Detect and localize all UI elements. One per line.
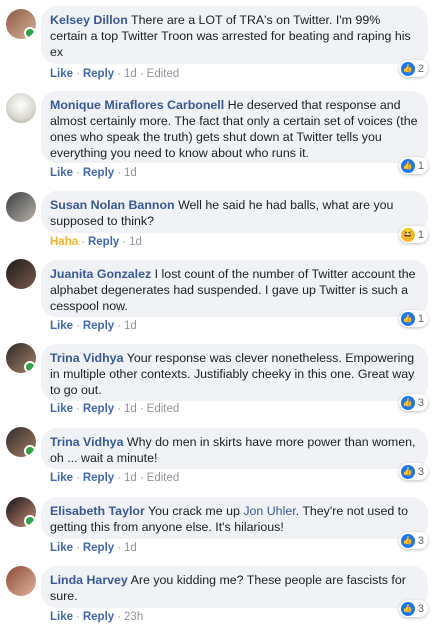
comment-time[interactable]: 1d <box>124 68 137 80</box>
edited-label[interactable]: Edited <box>147 403 180 415</box>
reaction-count: 3 <box>417 396 424 409</box>
like-button[interactable]: Like <box>50 542 73 554</box>
comment-actions: Haha · Reply · 1d <box>50 236 142 248</box>
comment-author[interactable]: Kelsey Dillon <box>50 13 128 27</box>
edited-label[interactable]: Edited <box>147 472 180 484</box>
reply-button[interactable]: Reply <box>88 236 119 248</box>
comment-time[interactable]: 23h <box>124 611 143 623</box>
reply-button[interactable]: Reply <box>83 542 114 554</box>
avatar[interactable] <box>6 427 36 457</box>
comment-author[interactable]: Linda Harvey <box>50 573 128 587</box>
like-icon: 👍 <box>400 61 415 76</box>
edited-label[interactable]: Edited <box>147 68 180 80</box>
comment-actions: Like · Reply · 23h <box>50 611 144 623</box>
online-status-dot <box>24 27 36 39</box>
avatar[interactable] <box>6 343 36 373</box>
avatar[interactable] <box>6 497 36 527</box>
comment-bubble: Susan Nolan Bannon Well he said he had b… <box>41 191 428 233</box>
reaction-summary[interactable]: 👍 3 <box>398 600 428 617</box>
reaction-count: 2 <box>417 62 424 75</box>
comment-bubble: Juanita Gonzalez I lost count of the num… <box>41 260 428 317</box>
reaction-summary[interactable]: 👍 1 <box>398 157 428 174</box>
reply-button[interactable]: Reply <box>83 167 114 179</box>
comment-actions: Like · Reply · 1d <box>50 320 137 332</box>
comment-author[interactable]: Monique Miraflores Carbonell <box>50 98 224 112</box>
comment-actions: Like · Reply · 1d · Edited <box>50 472 180 484</box>
online-status-dot <box>24 445 36 457</box>
comment-author[interactable]: Trina Vidhya <box>50 351 123 365</box>
like-icon: 👍 <box>400 464 415 479</box>
reaction-count: 1 <box>417 228 424 241</box>
reaction-summary[interactable]: 👍 3 <box>398 463 428 480</box>
reply-button[interactable]: Reply <box>83 611 114 623</box>
comment-bubble: Trina Vidhya Your response was clever no… <box>41 344 428 401</box>
like-button[interactable]: Like <box>50 472 73 484</box>
like-icon: 👍 <box>400 158 415 173</box>
comment-time[interactable]: 1d <box>124 542 137 554</box>
comment-actions: Like · Reply · 1d · Edited <box>50 403 180 415</box>
reaction-count: 1 <box>417 159 424 172</box>
avatar[interactable] <box>6 566 36 596</box>
haha-button[interactable]: Haha <box>50 236 78 248</box>
like-icon: 👍 <box>400 601 415 616</box>
comment-bubble: Trina Vidhya Why do men in skirts have m… <box>41 428 428 469</box>
like-icon: 👍 <box>400 395 415 410</box>
like-button[interactable]: Like <box>50 611 73 623</box>
like-button[interactable]: Like <box>50 320 73 332</box>
reply-button[interactable]: Reply <box>83 403 114 415</box>
reply-button[interactable]: Reply <box>83 320 114 332</box>
comment-actions: Like · Reply · 1d · Edited <box>50 68 180 80</box>
comment-author[interactable]: Juanita Gonzalez <box>50 267 151 281</box>
comment-time[interactable]: 1d <box>129 236 142 248</box>
comment-text-before: You crack me up <box>148 504 240 518</box>
avatar[interactable] <box>6 93 36 123</box>
mention-link[interactable]: Jon Uhler <box>243 504 295 518</box>
reaction-summary[interactable]: 👍 3 <box>398 394 428 411</box>
comment-bubble: Elisabeth Taylor You crack me up Jon Uhl… <box>41 497 428 539</box>
comment-author[interactable]: Trina Vidhya <box>50 435 123 449</box>
haha-icon: 😆 <box>400 227 415 242</box>
reply-button[interactable]: Reply <box>83 68 114 80</box>
comment-time[interactable]: 1d <box>124 403 137 415</box>
reaction-count: 1 <box>417 312 424 325</box>
comment-author[interactable]: Susan Nolan Bannon <box>50 198 175 212</box>
reaction-count: 3 <box>417 602 424 615</box>
online-status-dot <box>24 515 36 527</box>
reaction-summary[interactable]: 👍 3 <box>398 532 428 549</box>
reaction-count: 3 <box>417 465 424 478</box>
comment-author[interactable]: Elisabeth Taylor <box>50 504 145 518</box>
avatar[interactable] <box>6 9 36 39</box>
like-icon: 👍 <box>400 533 415 548</box>
comment-time[interactable]: 1d <box>124 167 137 179</box>
comment-bubble: Kelsey Dillon There are a LOT of TRA's o… <box>41 6 428 64</box>
comment-time[interactable]: 1d <box>124 472 137 484</box>
comment-bubble: Monique Miraflores Carbonell He deserved… <box>41 91 428 163</box>
comment-actions: Like · Reply · 1d <box>50 167 137 179</box>
reaction-summary[interactable]: 👍 1 <box>398 310 428 327</box>
like-button[interactable]: Like <box>50 68 73 80</box>
reply-button[interactable]: Reply <box>83 472 114 484</box>
avatar[interactable] <box>6 259 36 289</box>
reaction-summary[interactable]: 😆 1 <box>398 226 428 243</box>
like-button[interactable]: Like <box>50 403 73 415</box>
avatar[interactable] <box>6 192 36 222</box>
like-button[interactable]: Like <box>50 167 73 179</box>
comment-bubble: Linda Harvey Are you kidding me? These p… <box>41 566 428 608</box>
like-icon: 👍 <box>400 311 415 326</box>
comment-actions: Like · Reply · 1d <box>50 542 137 554</box>
reaction-summary[interactable]: 👍 2 <box>398 60 428 77</box>
online-status-dot <box>24 361 36 373</box>
comment-time[interactable]: 1d <box>124 320 137 332</box>
reaction-count: 3 <box>417 534 424 547</box>
